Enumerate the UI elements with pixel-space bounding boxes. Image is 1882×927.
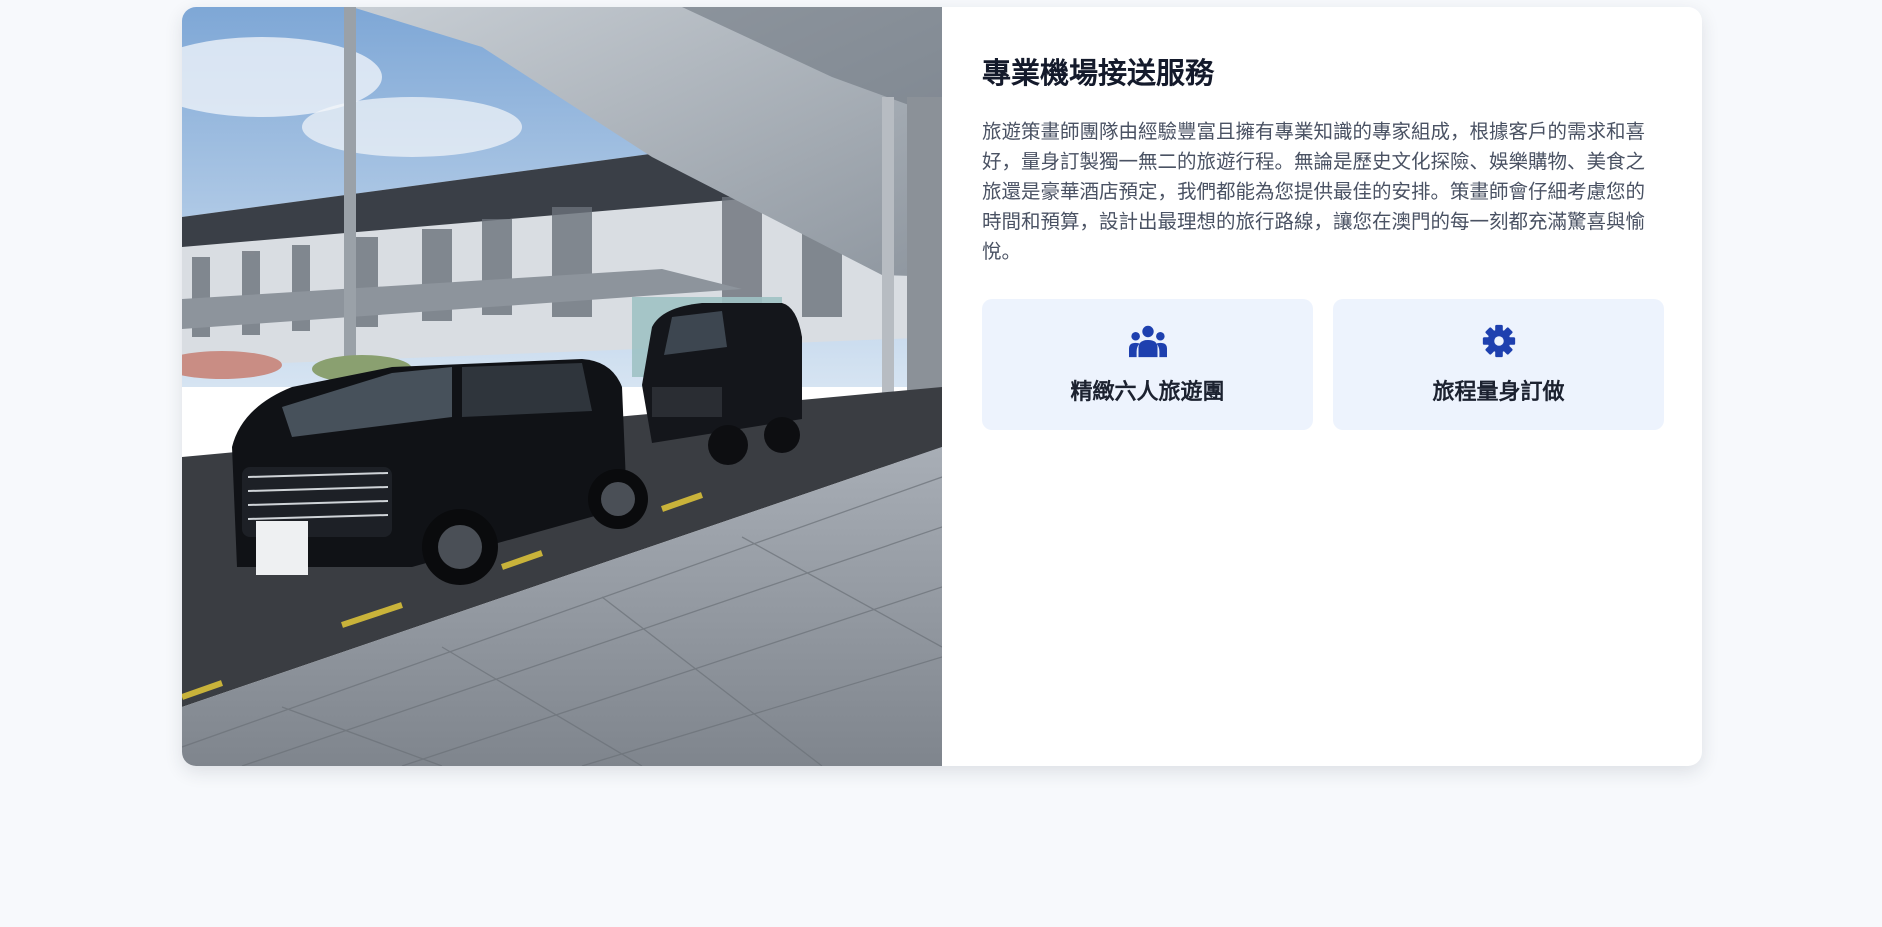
feature-card-small-group-tour[interactable]: 精緻六人旅遊團 <box>982 299 1313 430</box>
gear-icon <box>1482 324 1515 357</box>
users-group-icon <box>1128 325 1167 357</box>
section-title: 專業機場接送服務 <box>982 56 1215 90</box>
feature-label: 精緻六人旅遊團 <box>1070 379 1225 405</box>
airport-vans-photo <box>182 7 942 766</box>
service-card: 專業機場接送服務 旅遊策畫師團隊由經驗豐富且擁有專業知識的專家組成，根據客戶的需… <box>182 7 1702 766</box>
feature-label: 旅程量身訂做 <box>1432 379 1565 405</box>
section-description: 旅遊策畫師團隊由經驗豐富且擁有專業知識的專家組成，根據客戶的需求和喜好，量身訂製… <box>982 120 1646 263</box>
feature-list: 精緻六人旅遊團 旅程量身訂做 <box>982 299 1664 430</box>
service-content: 專業機場接送服務 旅遊策畫師團隊由經驗豐富且擁有專業知識的專家組成，根據客戶的需… <box>942 7 1702 766</box>
feature-card-custom-itinerary[interactable]: 旅程量身訂做 <box>1333 299 1664 430</box>
